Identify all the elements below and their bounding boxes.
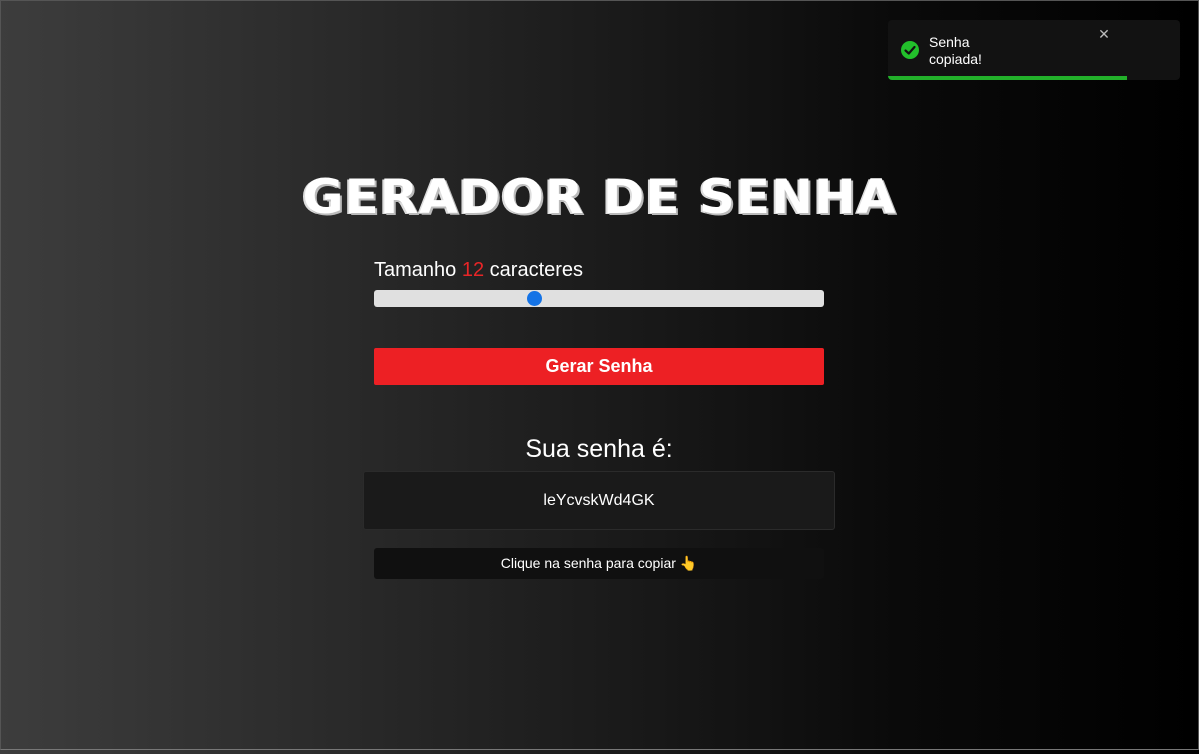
password-heading: Sua senha é: — [525, 435, 673, 463]
toast-message: Senha copiada! — [929, 34, 982, 67]
length-value: 12 — [461, 259, 485, 281]
check-circle-icon — [901, 41, 919, 59]
length-suffix: caracteres — [489, 259, 584, 281]
copy-hint: Clique na senha para copiar 👆 — [374, 548, 824, 579]
toast-notification[interactable]: Senha copiada! ✕ — [888, 20, 1180, 80]
length-prefix: Tamanho — [374, 259, 457, 281]
length-slider[interactable] — [374, 290, 824, 307]
generate-password-button[interactable]: Gerar Senha — [374, 348, 824, 385]
page-title: GERADOR DE SENHA — [302, 169, 897, 225]
toast-progress-bar — [888, 76, 1128, 80]
slider-thumb[interactable] — [526, 291, 542, 306]
generator-panel: Tamanho 12 caracteres Gerar Senha Sua se… — [363, 258, 835, 579]
password-output[interactable]: leYcvskWd4GK — [363, 471, 835, 530]
close-icon[interactable]: ✕ — [1098, 27, 1110, 41]
length-label: Tamanho 12 caracteres — [374, 258, 824, 282]
